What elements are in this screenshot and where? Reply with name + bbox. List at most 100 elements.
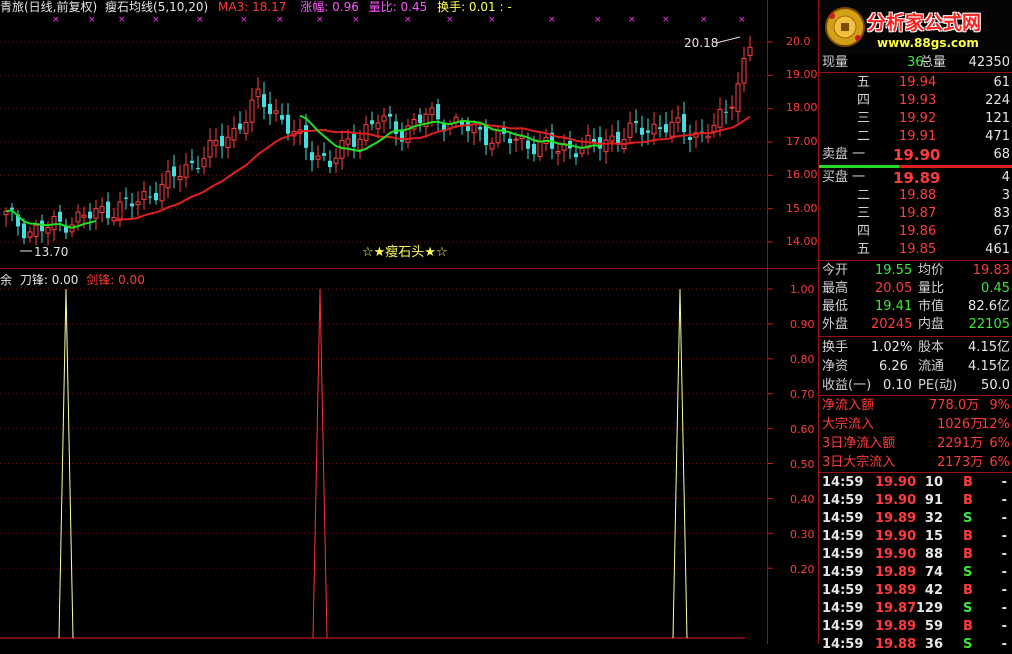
candle-body [381, 115, 387, 122]
candle-body [310, 152, 314, 161]
tick-row[interactable]: 14:59 19.89 74 S - [819, 564, 1012, 582]
tick-row[interactable]: 14:59 19.90 10 B - [819, 474, 1012, 492]
candle-body [609, 135, 615, 142]
candle-body [135, 201, 141, 206]
candle-body [747, 46, 753, 56]
candle-body [27, 231, 33, 238]
bid-row[interactable]: 四 19.86 67 [819, 223, 1012, 241]
price-tick: 20.0 [786, 35, 811, 48]
candle-body [724, 111, 728, 113]
sub-tick: 0.80 [790, 353, 815, 366]
candle-body [249, 99, 255, 123]
candle-body [262, 94, 266, 107]
sub-tick: 0.50 [790, 458, 815, 471]
ask-row[interactable]: 四 19.93 224 [819, 92, 1012, 110]
bid-row[interactable]: 三 19.87 83 [819, 205, 1012, 223]
legend-sword: 剑锋: 0.00 [86, 273, 145, 287]
tick-volume: 42 [924, 583, 943, 598]
bid-row[interactable]: 五 19.85 461 [819, 241, 1012, 259]
tick-row[interactable]: 14:59 19.90 88 B - [819, 546, 1012, 564]
candle-body [172, 166, 176, 177]
ask-row-best[interactable]: 卖盘 一 19.90 68 [819, 146, 1012, 164]
candle-body [225, 136, 231, 149]
candle-body [243, 121, 249, 134]
ask-row[interactable]: 二 19.91 471 [819, 128, 1012, 146]
tick-side: S [963, 565, 973, 580]
candle-body [664, 124, 668, 133]
tick-time: 14:59 [822, 601, 864, 616]
candle-body [328, 160, 332, 168]
tick-dash: - [1001, 493, 1007, 508]
candle-body [159, 183, 165, 202]
tick-row[interactable]: 14:59 19.87 129 S - [819, 600, 1012, 618]
tick-time: 14:59 [822, 619, 864, 634]
legend-blade: 刀锋: 0.00 [19, 273, 79, 287]
ask-row[interactable]: 五 19.94 61 [819, 74, 1012, 92]
sub-tick: 0.40 [790, 493, 815, 506]
tick-price: 19.90 [875, 529, 917, 544]
bid-row[interactable]: 二 19.88 3 [819, 187, 1012, 205]
tick-time: 14:59 [822, 493, 864, 508]
sub-tick: 1.00 [790, 283, 815, 296]
tick-price: 19.87 [875, 601, 917, 616]
candle-body [394, 121, 398, 134]
marker-point: × [594, 15, 602, 25]
spread-bar [819, 165, 1012, 168]
candle-body [213, 139, 219, 146]
candle-body [375, 122, 381, 130]
candle-body [148, 196, 152, 198]
stat-row: 最高 20.05 量比 0.45 [822, 281, 1010, 296]
candle-body [705, 135, 711, 139]
site-title: 分析家公式网 [867, 12, 982, 34]
marker-point: × [352, 15, 360, 25]
tick-price: 19.90 [875, 547, 917, 562]
tick-row[interactable]: 14:59 19.90 15 B - [819, 528, 1012, 546]
panel-divider [0, 268, 818, 269]
candle-body [238, 123, 242, 130]
tick-row[interactable]: 14:59 19.88 36 S - [819, 636, 1012, 654]
candle-body [526, 140, 530, 149]
candle-body [333, 157, 339, 164]
candle-body [729, 106, 735, 109]
ask-row[interactable]: 三 19.92 121 [819, 110, 1012, 128]
tick-row[interactable]: 14:59 19.89 32 S - [819, 510, 1012, 528]
stat-row: 收益(一) 0.10 PE(动) 50.0 [822, 378, 1010, 393]
candle-body [268, 103, 272, 115]
candle-body [574, 153, 578, 158]
price-tick: 15.00 [786, 202, 818, 215]
tick-row[interactable]: 14:59 19.89 42 B - [819, 582, 1012, 600]
tick-dash: - [1001, 601, 1007, 616]
sub-tick: 0.30 [790, 528, 815, 541]
candle-body [154, 192, 158, 201]
tick-price: 19.88 [875, 637, 917, 652]
candle-body [201, 158, 207, 168]
tick-row[interactable]: 14:59 19.89 59 B - [819, 618, 1012, 636]
candle-body [117, 201, 123, 220]
marker-point: × [488, 15, 496, 25]
candle-body [651, 123, 657, 135]
bid-row-best[interactable]: 买盘 一 19.89 4 [819, 169, 1012, 187]
candle-body [357, 138, 363, 151]
price-chart[interactable]: × × × × × × × × × × × × × × × × × × [0, 0, 818, 644]
tick-price: 19.90 [875, 493, 917, 508]
coin-logo-icon [825, 7, 865, 47]
candle-body [280, 115, 284, 120]
tick-time: 14:59 [822, 529, 864, 544]
sub-tick: 0.70 [790, 388, 815, 401]
marker-point: × [88, 15, 96, 25]
tick-volume: 129 [915, 601, 943, 616]
marker-point: × [738, 15, 746, 25]
candle-body [363, 124, 369, 141]
flow-row: 净流入额 778.0万 9% [822, 398, 1010, 413]
tick-row[interactable]: 14:59 19.90 91 B - [819, 492, 1012, 510]
candle-body [33, 224, 39, 237]
tick-price: 19.90 [875, 475, 917, 490]
candle-body [471, 124, 477, 134]
tick-dash: - [1001, 565, 1007, 580]
candle-body [22, 223, 26, 239]
candle-body [735, 83, 741, 112]
chart-area[interactable]: 青旅(日线,前复权) 瘦石均线(5,10,20) MA3: 18.17 涨幅: … [0, 0, 818, 644]
tick-volume: 88 [924, 547, 943, 562]
marker-point: × [548, 15, 556, 25]
marker-point: × [118, 15, 126, 25]
